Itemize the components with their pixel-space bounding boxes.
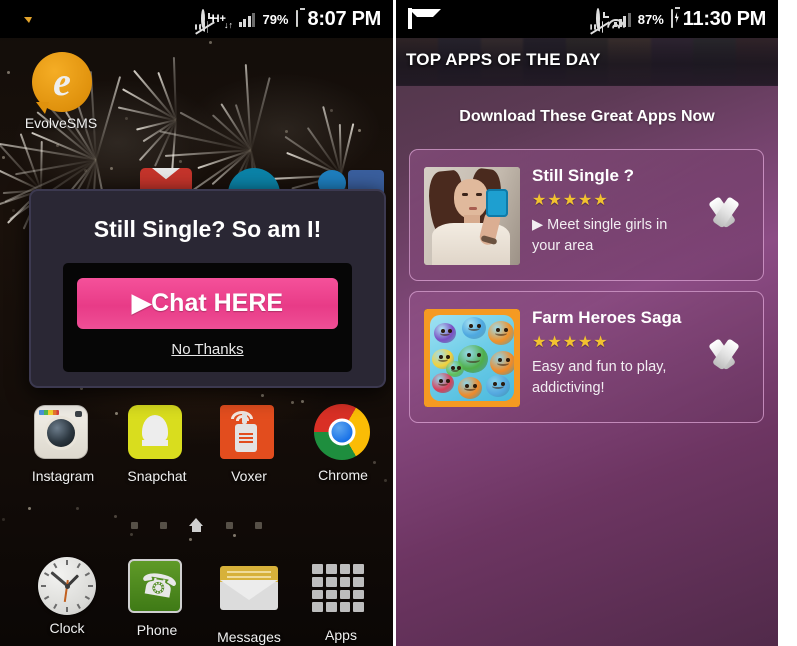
home-icon-voxer[interactable]: Voxer [206,405,292,484]
dock-item-phone[interactable]: ☎ Phone [114,559,200,638]
app-promo-card[interactable]: Still Single ? ★★★★★ ▶ Meet single girls… [409,149,764,281]
home-icon-evolvesms[interactable]: e EvolveSMS [18,52,104,131]
left-phone-screen: H+ ↓↑ 79% 8:07 PM e EvolveSMS Still Sing… [0,0,393,646]
page-dot[interactable] [255,522,262,529]
dock-item-label: Apps [298,627,384,643]
clock-time-label: 11:30 PM [683,8,766,31]
dialog-action-panel: ▶Chat HERE No Thanks [63,263,352,372]
farm-heroes-icon-thumb [424,309,520,407]
dock-item-label: Phone [114,622,200,638]
page-indicator [0,518,393,532]
dock-item-clock[interactable]: Clock [24,557,110,636]
voxer-icon [220,405,278,463]
screenshot-stage: H+ ↓↑ 79% 8:07 PM e EvolveSMS Still Sing… [0,0,797,646]
phone-icon: ☎ [128,559,186,617]
home-icon-label: EvolveSMS [18,115,104,131]
dialog-title: Still Single? So am I! [31,191,384,263]
data-arrows: ↓↑ [224,21,233,30]
home-icon-label: Chrome [300,467,386,483]
chevron-down-icon[interactable] [699,338,749,376]
messages-icon [220,566,278,624]
home-icon-label: Voxer [206,468,292,484]
clock-time-label: 8:07 PM [308,8,382,31]
battery-percent-label: 87% [638,12,664,27]
home-icon-snapchat[interactable]: Snapchat [114,405,200,484]
home-icon-instagram[interactable]: Instagram [20,405,106,484]
panel-divider [393,0,396,646]
app-promo-card[interactable]: Farm Heroes Saga ★★★★★ Easy and fun to p… [409,291,764,423]
no-thanks-link[interactable]: No Thanks [77,329,338,360]
right-phone-screen: 87% 11:30 PM TOP APPS OF THE DAY Downloa… [396,0,778,646]
page-dot[interactable] [131,522,138,529]
app-card-description: Easy and fun to play, addictiving! [532,357,685,399]
left-status-bar: H+ ↓↑ 79% 8:07 PM [0,0,393,38]
dock-item-label: Clock [24,620,110,636]
dock-item-label: Messages [206,629,292,645]
ad-header-banner: TOP APPS OF THE DAY [396,38,778,86]
app-card-body: Farm Heroes Saga ★★★★★ Easy and fun to p… [532,308,685,399]
home-icon-chrome[interactable]: Chrome [300,404,386,483]
snapchat-icon [128,405,186,463]
chat-here-button[interactable]: ▶Chat HERE [77,278,338,329]
still-single-dialog: Still Single? So am I! ▶Chat HERE No Tha… [29,189,386,388]
page-dot[interactable] [160,522,167,529]
battery-percent-label: 79% [262,12,288,27]
clock-icon [38,557,96,615]
page-dot[interactable] [226,522,233,529]
right-status-bar: 87% 11:30 PM [396,0,778,38]
home-icon-label: Instagram [20,468,106,484]
apps-grid-icon [312,564,370,622]
ad-header-title: TOP APPS OF THE DAY [406,50,601,70]
chrome-icon [314,404,372,462]
rating-stars: ★★★★★ [532,191,685,210]
ad-subtitle: Download These Great Apps Now [396,108,778,126]
home-icon[interactable] [189,518,204,532]
app-card-title: Still Single ? [532,166,685,186]
chevron-down-icon[interactable] [699,196,749,234]
hplus-data-icon: H+ ↓↑ [212,14,232,25]
instagram-icon [34,405,92,463]
dock-item-apps[interactable]: Apps [298,559,384,643]
right-margin [778,0,797,646]
app-card-description: ▶ Meet single girls in your area [532,215,685,257]
selfie-photo-thumb [424,167,520,265]
signal-bars-icon [239,12,256,27]
evolvesms-icon: e [32,52,90,110]
app-card-body: Still Single ? ★★★★★ ▶ Meet single girls… [532,166,685,257]
rating-stars: ★★★★★ [532,333,685,352]
app-card-title: Farm Heroes Saga [532,308,685,328]
home-icon-label: Snapchat [114,468,200,484]
dock-item-messages[interactable]: Messages [206,559,292,645]
